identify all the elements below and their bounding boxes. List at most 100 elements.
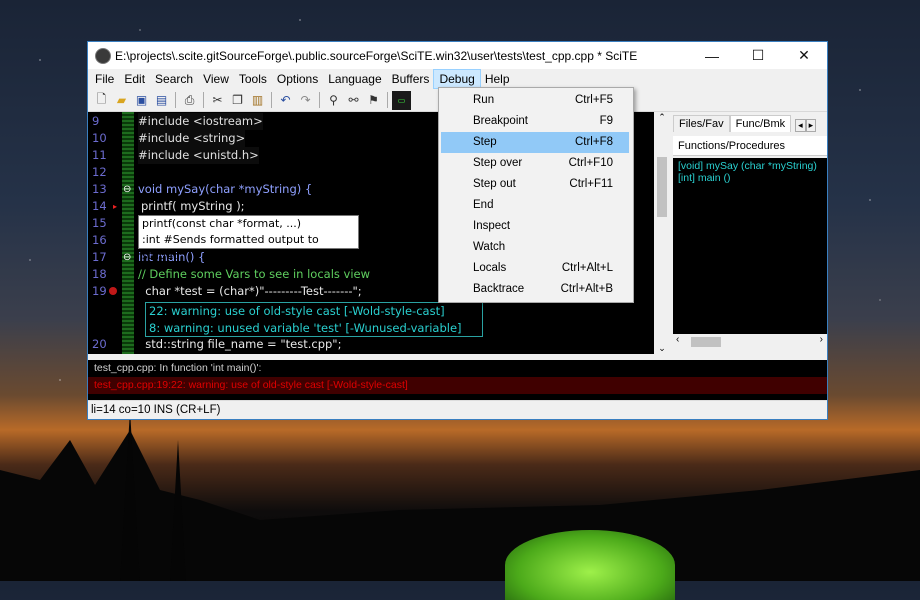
scroll-down-icon[interactable]: ⌄ <box>654 343 670 354</box>
fold-minus-icon[interactable]: ⊖ <box>123 249 131 266</box>
code-text: #include <iostream> <box>138 113 263 130</box>
menu-item-label: Inspect <box>473 220 511 232</box>
menu-item-label: Breakpoint <box>473 115 528 127</box>
menu-item-label: Backtrace <box>473 283 525 295</box>
find-in-files-icon[interactable]: ⚑ <box>364 91 383 110</box>
menu-item-step-over[interactable]: Step over Ctrl+F10 <box>441 153 629 174</box>
code-text: void mySay(char *myString) { <box>138 182 313 196</box>
glowing-tent <box>505 530 675 600</box>
menu-help[interactable]: Help <box>480 70 515 88</box>
menu-buffers[interactable]: Buffers <box>387 70 435 88</box>
scroll-left-icon[interactable]: ‹ <box>676 334 679 345</box>
warning-text: 22: warning: use of old-style cast [-Wol… <box>149 304 445 318</box>
scrollbar-thumb[interactable] <box>691 337 721 347</box>
line-number: 17 <box>92 250 107 264</box>
menu-item-label: Locals <box>473 262 507 274</box>
tab-scroll-left-icon[interactable]: ◂ <box>795 119 806 132</box>
menu-language[interactable]: Language <box>323 70 386 88</box>
function-item[interactable]: [int] main () <box>678 172 822 184</box>
line-number: 15 <box>92 216 107 230</box>
close-button[interactable]: ✕ <box>781 42 827 69</box>
cut-icon[interactable]: ✂ <box>208 91 227 110</box>
line-number: 18 <box>92 267 107 281</box>
menu-tools[interactable]: Tools <box>234 70 272 88</box>
code-text: char *test = (char*)"---------Test------… <box>138 284 362 298</box>
terminal-icon[interactable]: ▭ <box>392 90 411 110</box>
shortcut-label: F9 <box>599 115 613 127</box>
line-number: 9 <box>92 114 100 128</box>
output-error-line: test_cpp.cpp:19:22: warning: use of old-… <box>88 377 827 394</box>
debug-menu-dropdown: Run Ctrl+F5 Breakpoint F9 Step Ctrl+F8 Step… <box>438 87 634 303</box>
side-horizontal-scrollbar[interactable]: ‹ › <box>673 334 827 350</box>
breakpoint-icon[interactable] <box>109 287 117 295</box>
line-number: 19 <box>92 284 107 298</box>
print-icon[interactable]: ⎙ <box>180 91 199 110</box>
shortcut-label: Ctrl+Alt+B <box>560 283 613 295</box>
shortcut-label: Ctrl+F5 <box>574 94 613 106</box>
fold-minus-icon[interactable]: ⊖ <box>123 181 131 198</box>
menu-item-inspect[interactable]: Inspect <box>441 216 629 237</box>
arrow-marker-icon: ▸ <box>113 202 118 211</box>
copy-icon[interactable]: ❐ <box>228 91 247 110</box>
minimize-button[interactable]: — <box>689 42 735 69</box>
code-text: printf( myString ); <box>141 199 245 213</box>
scroll-up-icon[interactable]: ⌃ <box>654 112 670 123</box>
side-panel: Files/Fav Func/Bmk ◂ ▸ Functions/Procedu… <box>673 112 827 354</box>
menu-debug[interactable]: Debug <box>433 69 481 89</box>
scroll-right-icon[interactable]: › <box>820 334 823 345</box>
output-line: test_cpp.cpp: In function 'int main()': <box>94 362 262 374</box>
maximize-button[interactable]: ☐ <box>735 42 781 69</box>
menu-item-run[interactable]: Run Ctrl+F5 <box>441 90 629 111</box>
save-all-icon[interactable]: ▤ <box>152 91 171 110</box>
shortcut-label: Ctrl+Alt+L <box>561 262 613 274</box>
code-comment: // Define some Vars to see in locals vie… <box>138 267 371 281</box>
menu-item-watch[interactable]: Watch <box>441 237 629 258</box>
line-number: 10 <box>92 131 107 145</box>
menu-search[interactable]: Search <box>150 70 198 88</box>
menu-item-label: Watch <box>473 241 506 253</box>
menu-options[interactable]: Options <box>272 70 323 88</box>
tab-files-fav[interactable]: Files/Fav <box>673 115 730 132</box>
menu-item-step-out[interactable]: Step out Ctrl+F11 <box>441 174 629 195</box>
menu-item-backtrace[interactable]: Backtrace Ctrl+Alt+B <box>441 279 629 300</box>
code-text: #include <unistd.h> <box>138 147 259 164</box>
status-bar: li=14 co=10 INS (CR+LF) <box>88 400 827 419</box>
replace-icon[interactable]: ⚯ <box>344 91 363 110</box>
shortcut-label: Ctrl+F10 <box>568 157 613 169</box>
menu-item-label: Step over <box>473 157 523 169</box>
paste-icon[interactable]: ▥ <box>248 91 267 110</box>
scite-app-icon <box>95 47 111 64</box>
tab-scroll-right-icon[interactable]: ▸ <box>805 119 817 132</box>
warning-text: 8: warning: unused variable 'test' [-Wun… <box>149 321 462 335</box>
toolbar-separator <box>175 92 176 108</box>
menu-item-step[interactable]: Step Ctrl+F8 <box>441 132 629 153</box>
menu-file[interactable]: File <box>90 70 119 88</box>
line-number: 16 <box>92 233 107 247</box>
output-pane[interactable]: test_cpp.cpp: In function 'int main()': … <box>88 360 827 400</box>
open-folder-icon[interactable]: ▰ <box>112 91 131 110</box>
editor-vertical-scrollbar[interactable]: ⌃ ⌄ <box>654 112 670 354</box>
menu-item-end[interactable]: End <box>441 195 629 216</box>
functions-header: Functions/Procedures <box>673 136 827 156</box>
functions-list: [void] mySay (char *myString) [int] main… <box>673 158 827 334</box>
toolbar-separator <box>203 92 204 108</box>
find-icon[interactable]: ⚲ <box>324 91 343 110</box>
line-number: 20 <box>92 337 107 351</box>
new-file-icon[interactable]: 🗋 <box>92 91 111 110</box>
function-item[interactable]: [void] mySay (char *myString) <box>678 160 822 172</box>
menu-item-locals[interactable]: Locals Ctrl+Alt+L <box>441 258 629 279</box>
menu-bar: File Edit Search View Tools Options Lang… <box>88 69 827 89</box>
menu-view[interactable]: View <box>198 70 234 88</box>
undo-icon[interactable]: ↶ <box>276 91 295 110</box>
menu-item-label: Step out <box>473 178 516 190</box>
menu-edit[interactable]: Edit <box>119 70 150 88</box>
toolbar-separator <box>387 92 388 108</box>
line-number: 14 <box>92 199 107 213</box>
tab-func-bmk[interactable]: Func/Bmk <box>729 115 792 132</box>
scrollbar-thumb[interactable] <box>657 157 667 217</box>
menu-item-breakpoint[interactable]: Breakpoint F9 <box>441 111 629 132</box>
code-text: std::string file_name = "test.cpp"; <box>138 337 342 351</box>
calltip-signature: printf(const char *format, ...) <box>142 217 302 230</box>
save-icon[interactable]: ▣ <box>132 91 151 110</box>
redo-icon[interactable]: ↷ <box>296 91 315 110</box>
